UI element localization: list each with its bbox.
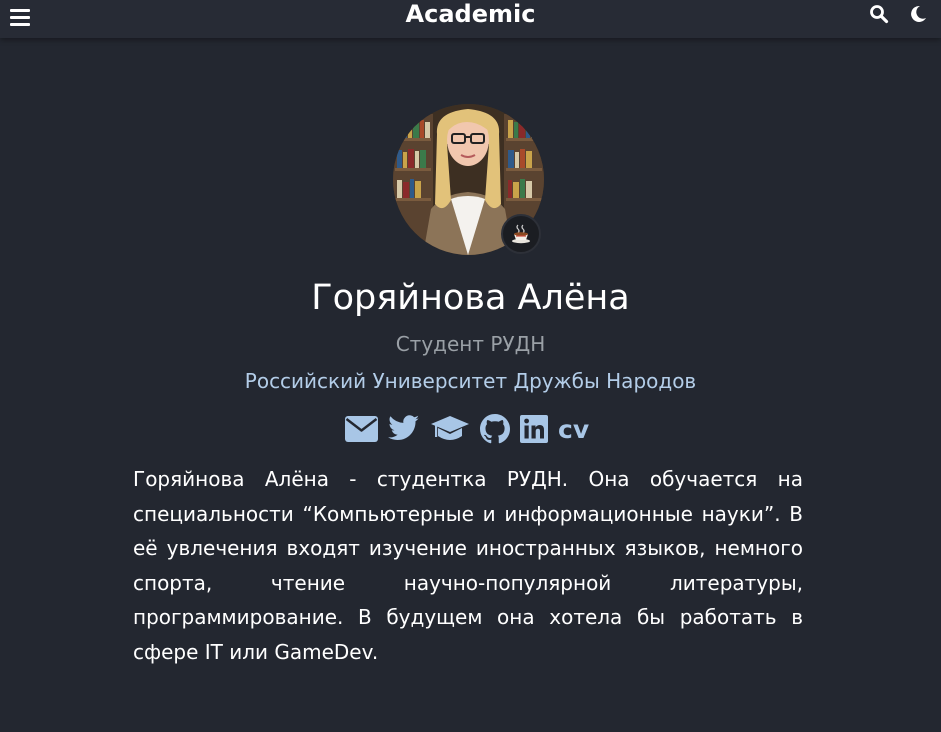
graduation-cap-icon[interactable] (430, 412, 470, 446)
profile-avatar-container (393, 104, 544, 255)
search-icon[interactable] (869, 4, 889, 24)
profile-biography: Горяйнова Алёна - студентка РУДН. Она об… (133, 467, 803, 664)
hamburger-menu-icon[interactable] (10, 6, 30, 26)
top-navbar: Academic (0, 0, 941, 38)
coffee-cup-icon (512, 224, 530, 244)
twitter-icon[interactable] (388, 412, 420, 446)
profile-role: Студент РУДН (395, 332, 546, 356)
moon-icon[interactable] (908, 4, 928, 24)
github-icon[interactable] (480, 412, 510, 446)
profile-name: Горяйнова Алёна (311, 278, 630, 318)
brand-link[interactable]: Academic (406, 0, 536, 28)
organization-link[interactable]: Российский Университет Дружбы Народов (0, 367, 941, 395)
status-badge (501, 214, 541, 254)
linkedin-icon[interactable] (520, 412, 548, 446)
social-links: cv (345, 411, 589, 447)
envelope-icon[interactable] (345, 412, 378, 446)
cv-icon[interactable]: cv (558, 412, 589, 446)
brand-title: Academic (0, 0, 941, 28)
